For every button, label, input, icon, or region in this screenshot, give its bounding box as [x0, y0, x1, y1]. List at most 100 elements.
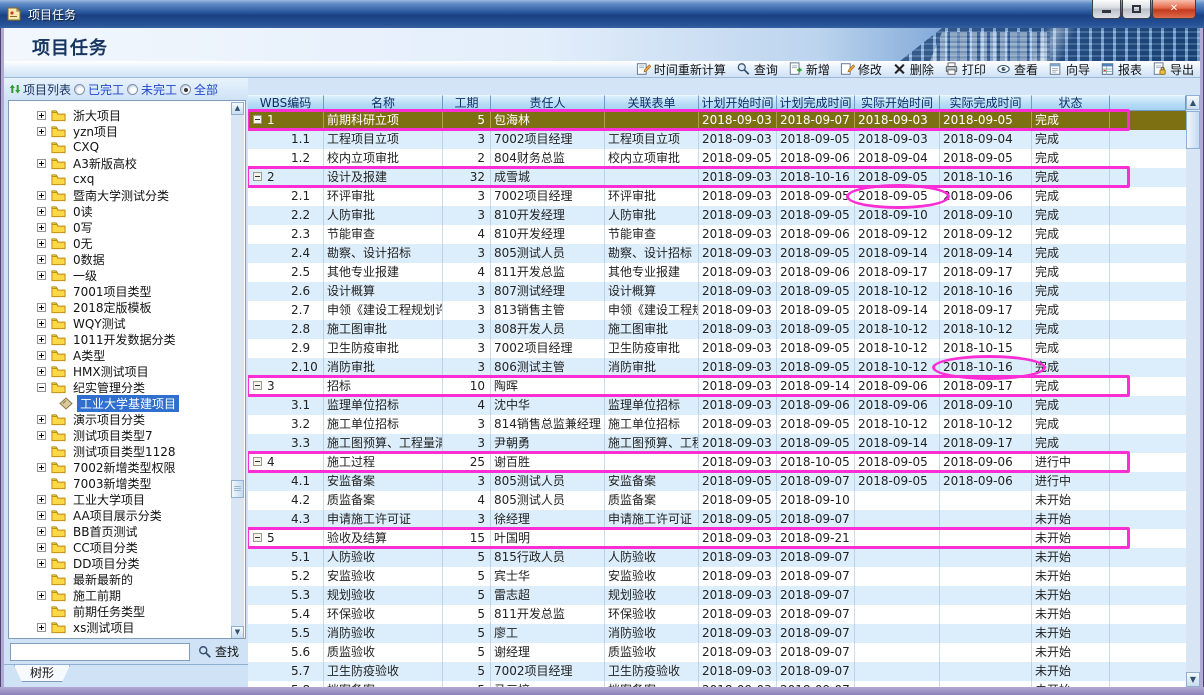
delete-button[interactable]: 删除 [892, 61, 934, 78]
column-header[interactable]: 工期 [443, 95, 491, 111]
tree-item[interactable]: cxq [9, 171, 245, 187]
tree-item[interactable]: 7003新增类型 [9, 475, 245, 491]
expand-plus-icon[interactable] [37, 431, 46, 440]
table-row[interactable]: 2.4勘察、设计招标3805测试人员勘察、设计招标2018-09-032018-… [248, 244, 1186, 263]
expand-plus-icon[interactable] [37, 239, 46, 248]
maximize-button[interactable] [1122, 0, 1151, 19]
table-row[interactable]: 2.10消防审批3806测试主管消防审批2018-09-032018-09-05… [248, 358, 1186, 377]
recalc-time-button[interactable]: 时间重新计算 [636, 61, 726, 78]
expand-plus-icon[interactable] [37, 543, 46, 552]
tree-item[interactable]: 前期任务类型 [9, 603, 245, 619]
radio-unfinished-label[interactable]: 未完工 [141, 81, 177, 98]
find-button[interactable]: 查找 [198, 643, 239, 660]
table-row[interactable]: 2.8施工图审批3808开发人员施工图审批2018-09-032018-09-0… [248, 320, 1186, 339]
table-row[interactable]: 2.7申领《建设工程规划许3813销售主管申领《建设工程规划许2018-09-0… [248, 301, 1186, 320]
expand-plus-icon[interactable] [37, 159, 46, 168]
column-header[interactable]: 责任人 [491, 95, 605, 111]
tree-scroll-thumb[interactable] [231, 480, 244, 498]
tree-item[interactable]: 演示项目分类 [9, 411, 245, 427]
tree-item[interactable]: 7001项目类型 [9, 283, 245, 299]
table-row[interactable]: 5验收及结算15叶国明2018-09-032018-09-21未开始 [248, 529, 1186, 548]
expand-plus-icon[interactable] [37, 559, 46, 568]
tree-item[interactable]: 测试项目类型7 [9, 427, 245, 443]
tree-item[interactable]: A类型 [9, 347, 245, 363]
expand-plus-icon[interactable] [37, 463, 46, 472]
tree-item[interactable]: BB首页测试 [9, 523, 245, 539]
modify-button[interactable]: 修改 [840, 61, 882, 78]
tree-item[interactable]: 工业大学项目 [9, 491, 245, 507]
column-header[interactable]: 计划完成时间 [777, 95, 855, 111]
tree-scrollbar[interactable]: ▲ ▼ [231, 102, 244, 639]
expand-plus-icon[interactable] [37, 127, 46, 136]
column-header[interactable]: 关联表单 [605, 95, 699, 111]
expand-plus-icon[interactable] [37, 367, 46, 376]
table-row[interactable]: 4.1安监备案3805测试人员安监备案2018-09-052018-09-072… [248, 472, 1186, 491]
tree-item[interactable]: 7002新增类型权限 [9, 459, 245, 475]
table-row[interactable]: 5.4环保验收5811开发总监环保验收2018-09-032018-09-07未… [248, 605, 1186, 624]
tree-item[interactable]: yzn项目 [9, 123, 245, 139]
close-button[interactable]: ✕ [1152, 0, 1196, 19]
tree-item[interactable]: 施工前期 [9, 587, 245, 603]
tree-item[interactable]: 最新最新的 [9, 571, 245, 587]
tree-item[interactable]: CC项目分类 [9, 539, 245, 555]
table-row[interactable]: 3招标10陶晖2018-09-032018-09-142018-09-06201… [248, 377, 1186, 396]
expand-plus-icon[interactable] [37, 271, 46, 280]
tab-tree[interactable]: 树形 [14, 665, 70, 682]
report-button[interactable]: 报表 [1100, 61, 1142, 78]
table-row[interactable]: 5.6质监验收5谢经理质监验收2018-09-032018-09-07未开始 [248, 643, 1186, 662]
table-row[interactable]: 1.1工程项目立项37002项目经理工程项目立项2018-09-032018-0… [248, 130, 1186, 149]
search-input[interactable] [10, 643, 190, 661]
tree-item[interactable]: 1011开发数据分类 [9, 331, 245, 347]
tree-item[interactable]: 0读 [9, 203, 245, 219]
column-header[interactable]: 实际开始时间 [855, 95, 940, 111]
tree-item[interactable]: A3新版高校 [9, 155, 245, 171]
column-header[interactable]: 状态 [1032, 95, 1110, 111]
table-row[interactable]: 4.2质监备案4805测试人员质监备案2018-09-052018-09-10未… [248, 491, 1186, 510]
tree-item[interactable]: CXQ [9, 139, 245, 155]
column-header[interactable]: WBS编码 [248, 95, 324, 111]
row-collapse-icon[interactable] [253, 457, 262, 466]
expand-plus-icon[interactable] [37, 255, 46, 264]
table-row[interactable]: 2.9卫生防疫审批37002项目经理卫生防疫审批2018-09-032018-0… [248, 339, 1186, 358]
table-row[interactable]: 3.1监理单位招标4沈中华监理单位招标2018-09-032018-09-062… [248, 396, 1186, 415]
tree-item[interactable]: 测试项目类型1128 [9, 443, 245, 459]
tree-item[interactable]: 浙大项目 [9, 107, 245, 123]
expand-plus-icon[interactable] [37, 527, 46, 536]
row-collapse-icon[interactable] [253, 172, 262, 181]
query-button[interactable]: 查询 [736, 61, 778, 78]
add-button[interactable]: 新增 [788, 61, 830, 78]
row-collapse-icon[interactable] [253, 115, 262, 124]
table-row[interactable]: 2.1环评审批37002项目经理环评审批2018-09-032018-09-05… [248, 187, 1186, 206]
table-row[interactable]: 4施工过程25谢百胜2018-09-032018-10-052018-09-05… [248, 453, 1186, 472]
table-row[interactable]: 1.2校内立项审批2804财务总监校内立项审批2018-09-052018-09… [248, 149, 1186, 168]
tree-item[interactable]: HMX测试项目 [9, 363, 245, 379]
table-row[interactable]: 5.1人防验收5815行政人员人防验收2018-09-032018-09-07未… [248, 548, 1186, 567]
table-row[interactable]: 2.5其他专业报建4811开发总监其他专业报建2018-09-032018-09… [248, 263, 1186, 282]
table-row[interactable]: 2.2人防审批3810开发经理人防审批2018-09-032018-09-052… [248, 206, 1186, 225]
table-scroll-up-button[interactable]: ▲ [1186, 95, 1200, 110]
wizard-button[interactable]: 向导 [1048, 61, 1090, 78]
table-row[interactable]: 2.3节能审查4810开发经理节能审查2018-09-032018-09-062… [248, 225, 1186, 244]
expand-plus-icon[interactable] [37, 303, 46, 312]
table-row[interactable]: 3.3施工图预算、工程量清3尹朝勇施工图预算、工程量清2018-09-03201… [248, 434, 1186, 453]
tree-item[interactable]: 0数据 [9, 251, 245, 267]
table-row[interactable]: 5.2安监验收5宾士华安监验收2018-09-032018-09-07未开始 [248, 567, 1186, 586]
export-button[interactable]: 导出 [1152, 61, 1194, 78]
expand-plus-icon[interactable] [37, 111, 46, 120]
table-row[interactable]: 5.3规划验收5雷志超规划验收2018-09-032018-09-07未开始 [248, 586, 1186, 605]
table-scroll-thumb[interactable] [1186, 111, 1200, 149]
minimize-button[interactable] [1092, 0, 1121, 19]
expand-plus-icon[interactable] [37, 223, 46, 232]
radio-all[interactable] [180, 84, 191, 95]
tree-item[interactable]: 0无 [9, 235, 245, 251]
tree-item[interactable]: 纪实管理分类 [9, 379, 245, 395]
table-row[interactable]: 5.5消防验收5廖工消防验收2018-09-032018-09-07未开始 [248, 624, 1186, 643]
radio-all-label[interactable]: 全部 [194, 81, 218, 98]
table-row[interactable]: 1前期科研立项5包海林2018-09-032018-09-072018-09-0… [248, 111, 1186, 130]
table-row[interactable]: 5.7卫生防疫验收57002项目经理卫生防疫验收2018-09-032018-0… [248, 662, 1186, 681]
expand-plus-icon[interactable] [37, 591, 46, 600]
tree-item[interactable]: 一级 [9, 267, 245, 283]
view-button[interactable]: 查看 [996, 61, 1038, 78]
expand-plus-icon[interactable] [37, 495, 46, 504]
print-button[interactable]: 打印 [944, 61, 986, 78]
